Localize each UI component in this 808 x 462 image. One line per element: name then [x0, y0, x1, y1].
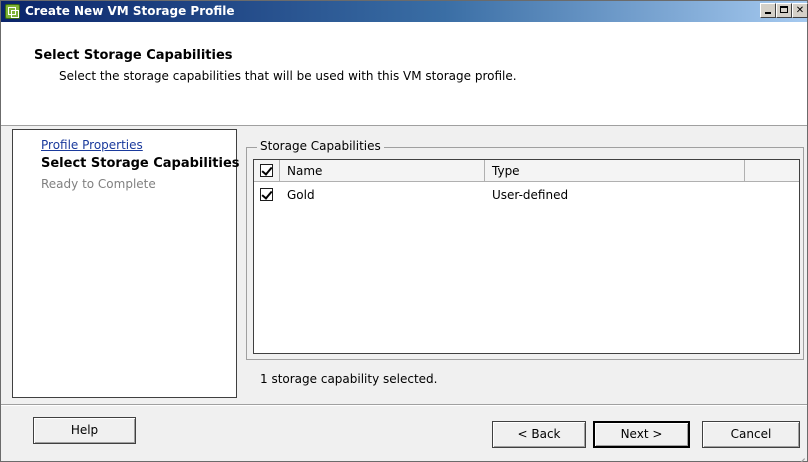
wizard-window: Create New VM Storage Profile ✕ Select S…	[0, 0, 808, 462]
selection-status: 1 storage capability selected.	[260, 372, 438, 386]
step-ready-to-complete: Ready to Complete	[41, 177, 156, 191]
back-button[interactable]: < Back	[492, 421, 586, 448]
minimize-icon	[765, 12, 771, 14]
row-checkbox[interactable]	[260, 188, 273, 201]
vm-storage-profile-icon	[5, 4, 20, 19]
capability-name: Gold	[287, 188, 315, 202]
wizard-steps-nav: Profile Properties Select Storage Capabi…	[12, 129, 240, 398]
maximize-icon	[780, 6, 788, 13]
minimize-button[interactable]	[760, 3, 776, 18]
help-button[interactable]: Help	[33, 417, 136, 444]
column-header-type[interactable]: Type	[492, 164, 520, 178]
capabilities-table: Name Type Gold User-defined	[253, 159, 800, 354]
column-divider[interactable]	[279, 160, 280, 182]
capability-type: User-defined	[492, 188, 569, 202]
column-divider[interactable]	[744, 160, 745, 182]
table-row[interactable]: Gold User-defined	[254, 183, 799, 207]
page-subtitle: Select the storage capabilities that wil…	[59, 69, 517, 83]
table-header: Name Type	[254, 160, 799, 182]
column-divider[interactable]	[484, 160, 485, 182]
column-header-name[interactable]: Name	[287, 164, 322, 178]
wizard-header: Select Storage Capabilities Select the s…	[1, 22, 807, 126]
title-bar[interactable]: Create New VM Storage Profile ✕	[1, 1, 808, 22]
cancel-button[interactable]: Cancel	[702, 421, 800, 448]
close-icon: ✕	[795, 5, 805, 16]
resize-grip-icon[interactable]	[795, 449, 805, 459]
maximize-button[interactable]	[776, 3, 792, 18]
window-title: Create New VM Storage Profile	[25, 4, 235, 18]
page-title: Select Storage Capabilities	[34, 48, 233, 63]
step-profile-properties[interactable]: Profile Properties	[41, 138, 143, 152]
group-label: Storage Capabilities	[257, 139, 384, 153]
footer-divider	[1, 404, 807, 406]
next-button[interactable]: Next >	[593, 421, 690, 448]
step-select-storage-capabilities: Select Storage Capabilities	[41, 156, 240, 171]
select-all-checkbox[interactable]	[260, 164, 273, 177]
close-button[interactable]: ✕	[792, 3, 808, 18]
